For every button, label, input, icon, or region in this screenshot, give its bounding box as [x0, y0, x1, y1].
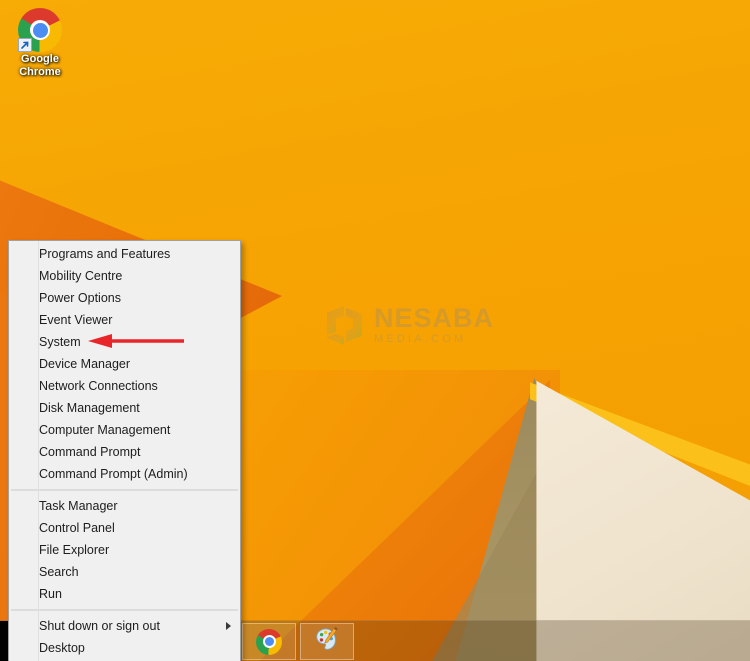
menu-item-desktop[interactable]: Desktop: [9, 637, 240, 659]
desktop-icon-label: Google Chrome: [8, 53, 72, 79]
desktop-screen: NESABA MEDIA.COM Google Chrome Programs …: [0, 0, 750, 661]
paint-palette-icon: [314, 626, 340, 657]
menu-separator-2: [11, 609, 238, 611]
taskbar-button-chrome[interactable]: [242, 623, 296, 660]
chrome-icon: [256, 628, 282, 655]
menu-item-computer-management[interactable]: Computer Management: [9, 419, 240, 441]
taskbar-left-edge: [0, 621, 8, 661]
menu-item-shut-down-label: Shut down or sign out: [39, 619, 160, 633]
menu-item-command-prompt[interactable]: Command Prompt: [9, 441, 240, 463]
menu-item-network-connections[interactable]: Network Connections: [9, 375, 240, 397]
menu-item-power-options[interactable]: Power Options: [9, 287, 240, 309]
menu-item-system[interactable]: System: [9, 331, 240, 353]
menu-item-device-manager[interactable]: Device Manager: [9, 353, 240, 375]
menu-item-shut-down-or-sign-out[interactable]: Shut down or sign out: [9, 615, 240, 637]
taskbar-pinned-buttons: [242, 623, 354, 660]
menu-item-control-panel[interactable]: Control Panel: [9, 517, 240, 539]
menu-item-command-prompt-admin[interactable]: Command Prompt (Admin): [9, 463, 240, 485]
menu-item-task-manager[interactable]: Task Manager: [9, 495, 240, 517]
menu-item-event-viewer[interactable]: Event Viewer: [9, 309, 240, 331]
shortcut-badge-icon: [18, 38, 32, 52]
desktop-icon-label-line2: Chrome: [19, 66, 61, 78]
win-x-context-menu: Programs and Features Mobility Centre Po…: [8, 240, 241, 661]
menu-item-run[interactable]: Run: [9, 583, 240, 605]
wallpaper-shape-cream: [536, 380, 750, 661]
menu-item-file-explorer[interactable]: File Explorer: [9, 539, 240, 561]
menu-item-programs-and-features[interactable]: Programs and Features: [9, 243, 240, 265]
desktop-icon-label-line1: Google: [21, 53, 59, 65]
menu-separator-1: [11, 489, 238, 491]
menu-item-mobility-centre[interactable]: Mobility Centre: [9, 265, 240, 287]
chrome-icon: [18, 8, 62, 52]
menu-item-search[interactable]: Search: [9, 561, 240, 583]
desktop-icon-google-chrome[interactable]: Google Chrome: [8, 8, 72, 79]
submenu-chevron-right-icon: [226, 622, 231, 630]
menu-item-disk-management[interactable]: Disk Management: [9, 397, 240, 419]
taskbar-button-paint[interactable]: [300, 623, 354, 660]
